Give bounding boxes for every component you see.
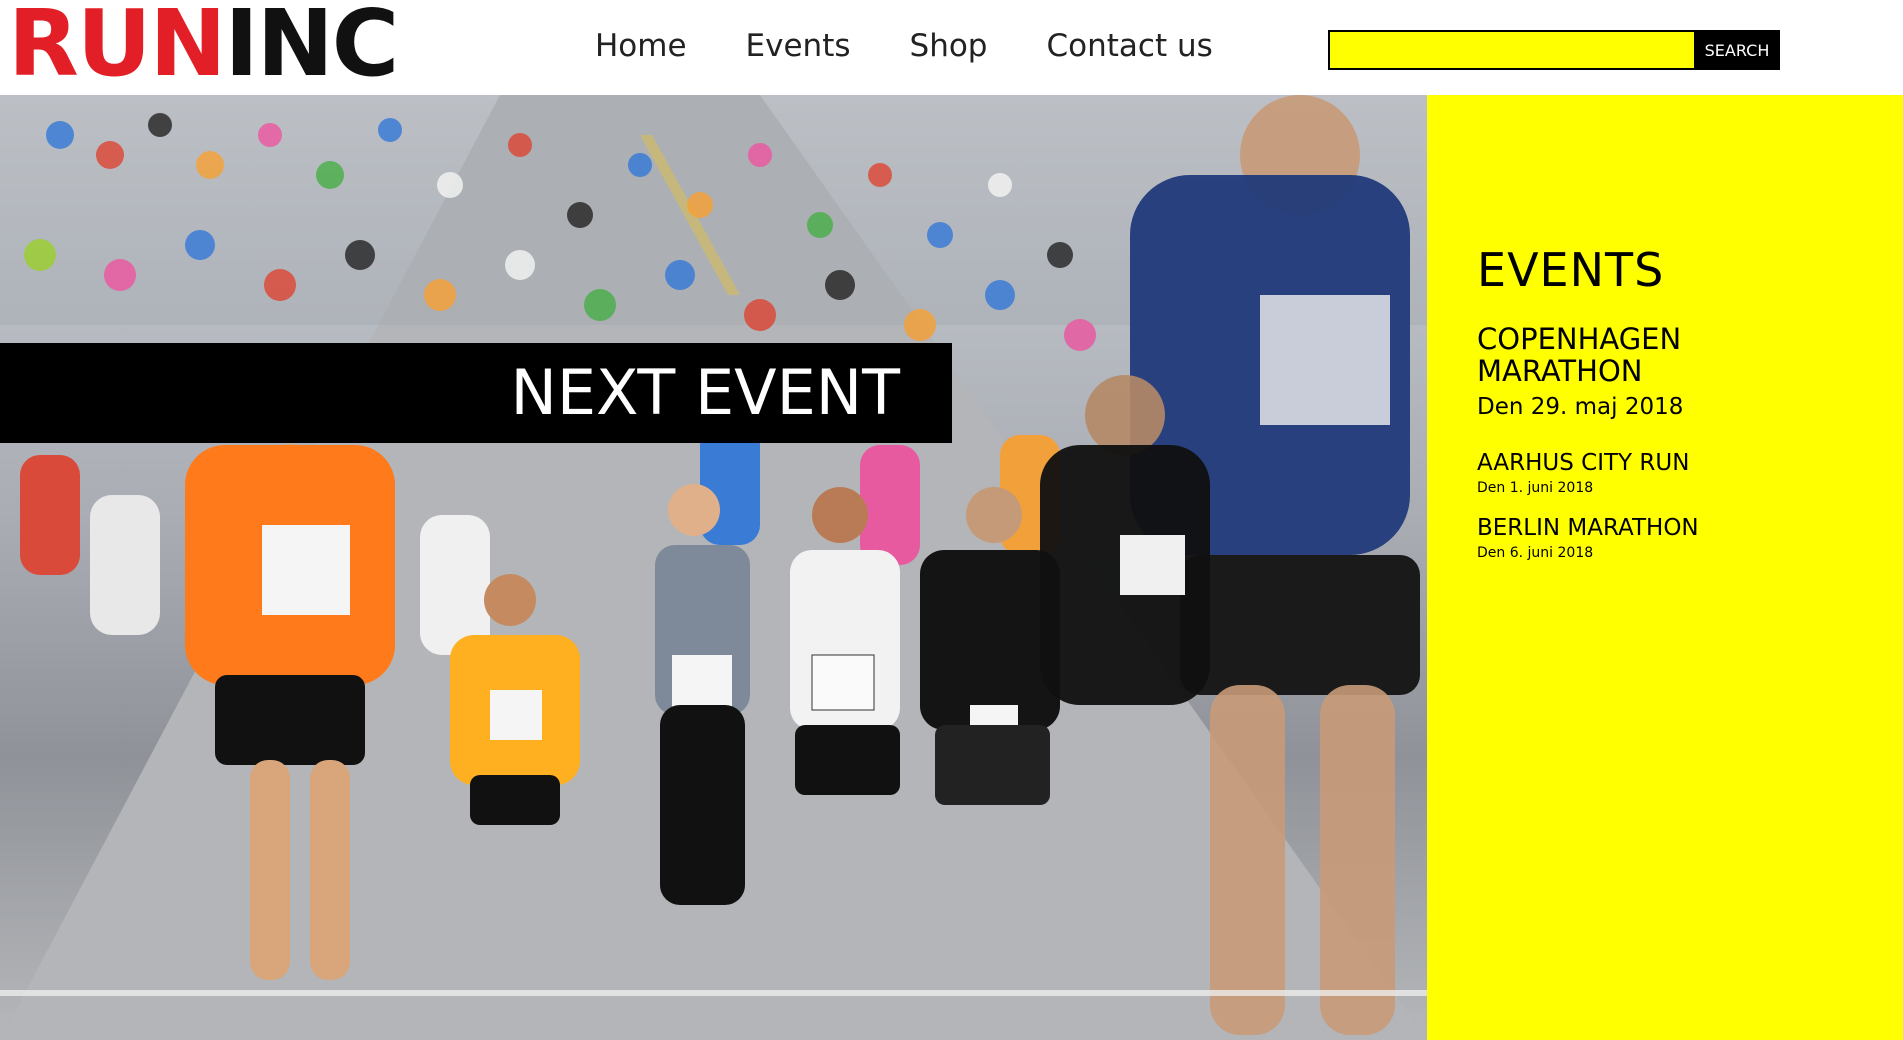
hero-image: NEXT EVENT: [0, 95, 1427, 1040]
nav-events-link[interactable]: Events: [746, 28, 851, 64]
nav-shop-link[interactable]: Shop: [910, 28, 988, 64]
event-copenhagen-date: Den 29. maj 2018: [1477, 394, 1684, 420]
event-copenhagen-link[interactable]: COPENHAGEN MARATHON: [1477, 323, 1837, 387]
next-event-title: NEXT EVENT: [510, 356, 900, 429]
events-sidebar: EVENTS COPENHAGEN MARATHON Den 29. maj 2…: [1427, 95, 1903, 1040]
search-input[interactable]: [1328, 30, 1710, 70]
search-button[interactable]: SEARCH: [1694, 30, 1780, 70]
runners-photo: [0, 95, 1427, 1040]
event-aarhus-date: Den 1. juni 2018: [1477, 480, 1594, 496]
search-form: SEARCH: [1328, 30, 1780, 70]
site-header: RUNINC Home Events Shop Contact us SEARC…: [0, 0, 1903, 95]
logo-run: RUN: [8, 0, 227, 97]
site-logo[interactable]: RUNINC: [8, 0, 399, 90]
nav-home-link[interactable]: Home: [595, 28, 687, 64]
events-heading: EVENTS: [1477, 243, 1665, 297]
nav-contact-link[interactable]: Contact us: [1047, 28, 1213, 64]
event-aarhus-link[interactable]: AARHUS CITY RUN: [1477, 450, 1689, 476]
main-nav: Home Events Shop Contact us: [595, 22, 1213, 70]
event-berlin-date: Den 6. juni 2018: [1477, 545, 1594, 561]
event-berlin-link[interactable]: BERLIN MARATHON: [1477, 515, 1699, 541]
next-event-banner[interactable]: NEXT EVENT: [0, 343, 952, 443]
logo-inc: INC: [224, 0, 400, 97]
